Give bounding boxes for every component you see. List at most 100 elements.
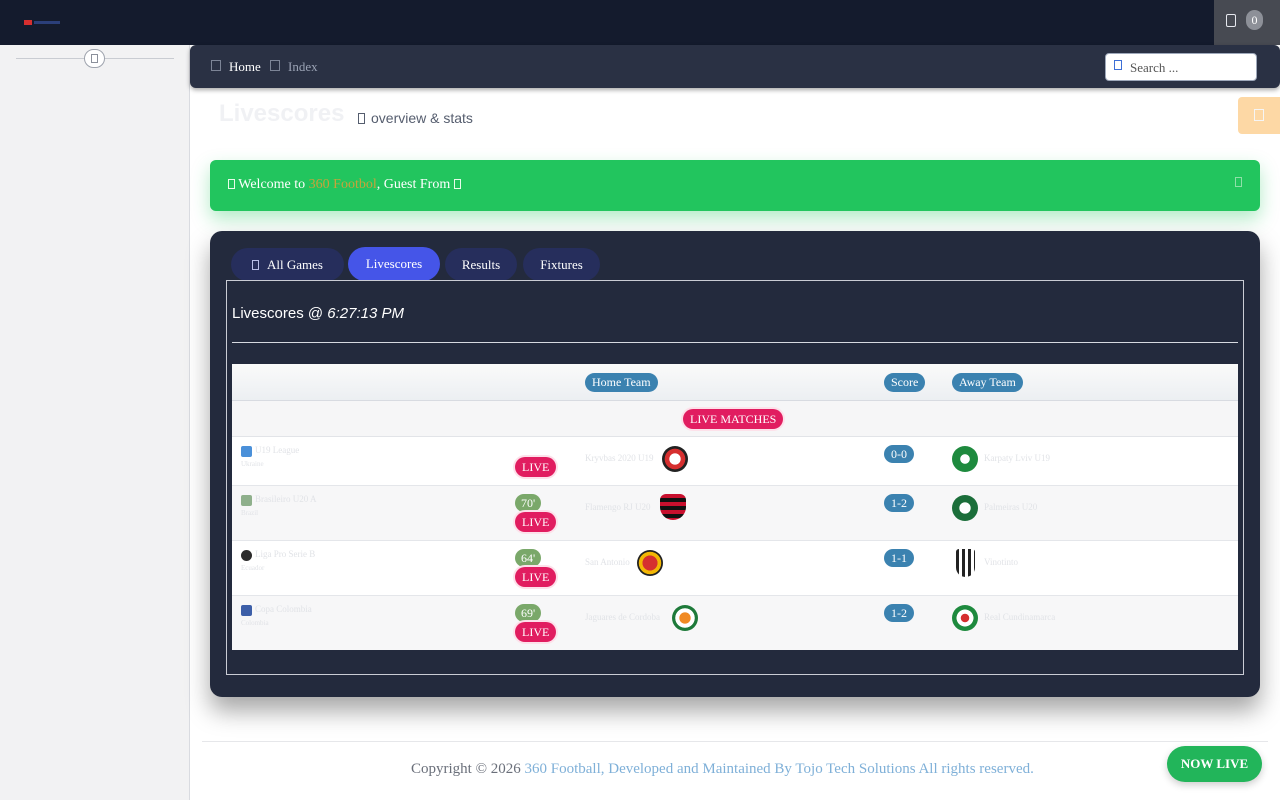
welcome-prefix: Welcome to <box>238 177 309 192</box>
home-team-crest <box>672 605 698 631</box>
search-box <box>1105 53 1257 81</box>
match-row[interactable]: Brasileiro U20 A Brazil 70' LIVE Flameng… <box>232 486 1238 541</box>
home-team-crest <box>662 446 688 472</box>
breadcrumb: Home Index <box>190 45 1280 88</box>
away-team-name: Karpaty Lviv U19 <box>984 453 1050 463</box>
match-score: 1-2 <box>884 494 914 512</box>
tab-label: Livescores <box>365 256 423 271</box>
tab-results[interactable]: Results <box>445 248 517 281</box>
live-badge: LIVE <box>515 457 557 477</box>
home-team-name: San Antonio <box>585 557 630 567</box>
column-home-team: Home Team <box>585 373 658 392</box>
league-flag-icon <box>241 495 252 506</box>
notifications-button[interactable]: 0 <box>1214 0 1280 45</box>
welcome-brand: 360 Footbol <box>308 177 377 192</box>
location-icon <box>453 179 461 189</box>
live-badge: LIVE <box>515 567 557 587</box>
league-country: Brazil <box>241 509 259 517</box>
stats-icon <box>358 113 365 124</box>
search-icon <box>1114 60 1122 70</box>
livescores-heading: Livescores @ 6:27:13 PM <box>232 305 404 322</box>
page-title: Livescores <box>219 100 345 127</box>
livescores-card: All Games Livescores Results Fixtures Li… <box>210 231 1260 697</box>
match-score: 0-0 <box>884 445 914 463</box>
league-name: Brasileiro U20 A <box>255 494 317 504</box>
search-input[interactable] <box>1130 58 1250 78</box>
away-team-crest <box>952 446 978 472</box>
match-row[interactable]: Copa Colombia Colombia 69' LIVE Jaguares… <box>232 596 1238 650</box>
welcome-text: Welcome to 360 Footbol, Guest From <box>228 177 461 193</box>
home-team-name: Jaguares de Cordoba <box>585 612 660 622</box>
match-row[interactable]: U19 League Ukraine LIVE Kryvbas 2020 U19… <box>232 437 1238 486</box>
heading-divider <box>232 342 1238 343</box>
home-team-name: Kryvbas 2020 U19 <box>585 453 654 463</box>
sidebar-toggle-button[interactable] <box>84 49 105 68</box>
breadcrumb-current: Index <box>288 59 318 74</box>
away-team-crest <box>952 605 978 631</box>
league-country: Ecuador <box>241 564 265 572</box>
column-score: Score <box>884 373 926 392</box>
live-matches-label: LIVE MATCHES <box>683 409 784 429</box>
match-row[interactable]: Liga Pro Serie B Ecuador 64' LIVE San An… <box>232 541 1238 596</box>
livescores-table: Home Team Score Away Team LIVE MATCHES U… <box>232 364 1238 650</box>
away-team-name: Real Cundinamarca <box>984 612 1056 622</box>
league-name: U19 League <box>255 445 300 455</box>
tab-fixtures[interactable]: Fixtures <box>523 248 600 281</box>
tab-all-games[interactable]: All Games <box>231 248 344 281</box>
footer-credit-link[interactable]: 360 Football, Developed and Maintained B… <box>524 761 1033 777</box>
welcome-alert: Welcome to 360 Footbol, Guest From <box>210 160 1260 211</box>
match-score: 1-2 <box>884 604 914 622</box>
copyright-text: Copyright © 2026 <box>411 761 525 777</box>
league-country: Colombia <box>241 619 269 627</box>
column-away-team: Away Team <box>952 373 1023 392</box>
welcome-suffix: , Guest From <box>376 177 454 192</box>
league-name: Liga Pro Serie B <box>255 549 316 559</box>
home-team-crest <box>660 494 686 520</box>
tab-label: All Games <box>267 257 323 272</box>
match-minute: 70' <box>515 494 542 512</box>
breadcrumb-home-link[interactable]: Home <box>229 59 261 75</box>
separator-icon <box>270 60 280 71</box>
live-badge: LIVE <box>515 622 557 642</box>
sidebar <box>0 45 190 800</box>
away-team-name: Palmeiras U20 <box>984 502 1038 512</box>
close-icon[interactable] <box>1235 177 1242 187</box>
league-name: Copa Colombia <box>255 604 312 614</box>
tab-label: Fixtures <box>540 257 583 272</box>
away-team-crest <box>952 495 978 521</box>
bell-icon <box>1226 14 1236 27</box>
page-subtitle-text: overview & stats <box>371 110 473 126</box>
settings-side-button[interactable] <box>1238 97 1280 134</box>
match-minute: 69' <box>515 604 542 622</box>
home-team-crest <box>637 550 663 576</box>
page-subtitle: overview & stats <box>358 110 473 126</box>
away-team-name: Vinotinto <box>984 557 1018 567</box>
collapse-icon <box>91 54 98 63</box>
home-icon <box>211 60 221 71</box>
match-score: 1-1 <box>884 549 914 567</box>
now-live-button[interactable]: NOW LIVE <box>1167 746 1262 782</box>
home-team-name: Flamengo RJ U20 <box>585 502 651 512</box>
ball-icon <box>252 260 260 270</box>
league-country: Ukraine <box>241 460 264 468</box>
table-header: Home Team Score Away Team <box>232 364 1238 401</box>
livescores-time: 6:27:13 PM <box>327 305 404 322</box>
tab-label: Results <box>461 257 501 272</box>
livescores-heading-text: Livescores @ <box>232 305 328 322</box>
league-flag-icon <box>241 605 252 616</box>
site-logo[interactable] <box>24 20 60 26</box>
live-badge: LIVE <box>515 512 557 532</box>
league-flag-icon <box>241 550 252 561</box>
live-matches-row: LIVE MATCHES <box>232 401 1238 437</box>
tab-panel: Livescores @ 6:27:13 PM Home Team Score … <box>226 280 1244 675</box>
footer-divider <box>202 741 1268 742</box>
info-icon <box>228 179 235 189</box>
notification-count-badge: 0 <box>1246 10 1263 30</box>
footer-copyright: Copyright © 2026 360 Football, Developed… <box>411 761 1034 778</box>
gear-icon <box>1254 109 1264 121</box>
league-flag-icon <box>241 446 252 457</box>
away-team-crest <box>956 549 975 577</box>
top-navbar: 0 <box>0 0 1280 45</box>
match-minute: 64' <box>515 549 542 567</box>
tab-livescores[interactable]: Livescores <box>348 247 440 281</box>
